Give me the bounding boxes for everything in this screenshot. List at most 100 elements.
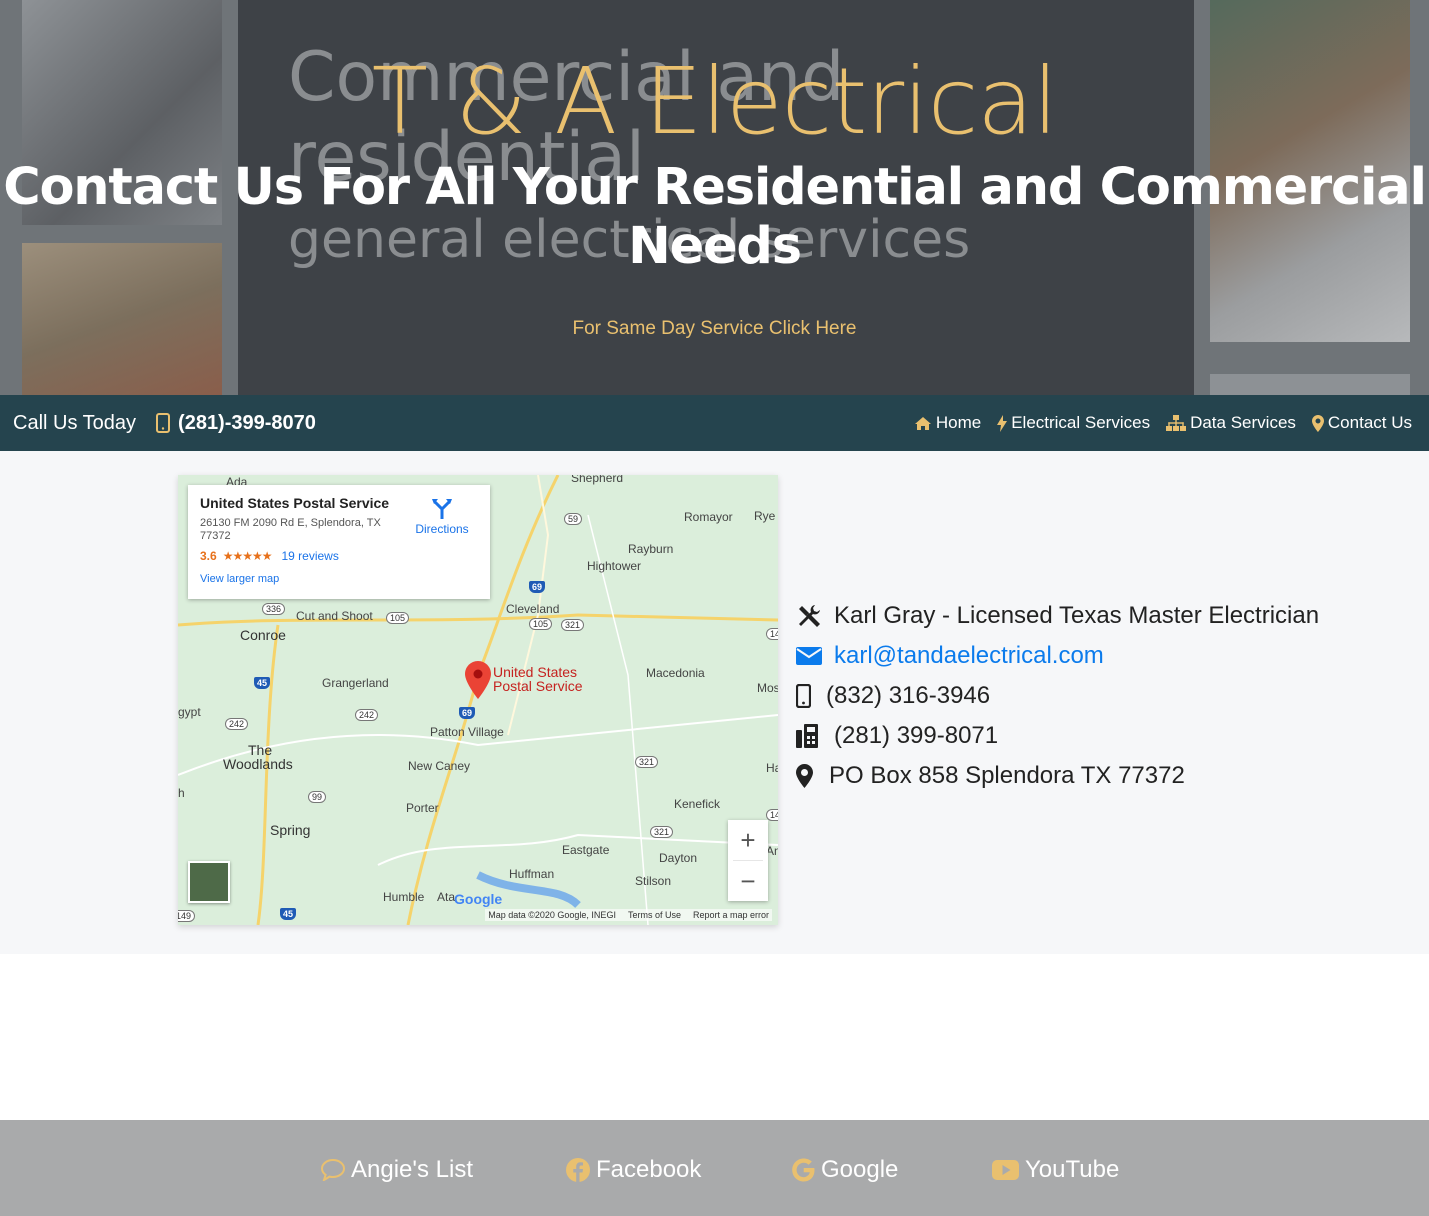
contact-name-row: Karl Gray - Licensed Texas Master Electr…: [796, 596, 1319, 636]
nav-contact-us[interactable]: Contact Us: [1311, 413, 1412, 433]
contact-email-row: karl@tandaelectrical.com: [796, 636, 1319, 676]
contact-mobile-row: (832) 316-3946: [796, 676, 1319, 716]
map-label-ata: Ata: [437, 890, 456, 904]
map-label-ha: Ha: [766, 761, 778, 775]
contact-name: Karl Gray - Licensed Texas Master Electr…: [834, 602, 1320, 629]
contact-email-link[interactable]: karl@tandaelectrical.com: [834, 642, 1104, 670]
contact-fax-row: (281) 399-8071: [796, 716, 1319, 756]
facebook-label: Facebook: [596, 1156, 702, 1183]
reviews-link[interactable]: 19 reviews: [281, 549, 338, 563]
map-label-shepherd: Shepherd: [571, 475, 624, 485]
map-label-kenefick: Kenefick: [674, 797, 721, 811]
map-shield-242a: 242: [225, 718, 249, 730]
place-rating: 3.6 ★★★★★ 19 reviews: [200, 549, 478, 563]
rating-score: 3.6: [200, 549, 217, 563]
call-us-label: Call Us Today: [13, 411, 137, 434]
map-shield-321a: 321: [561, 619, 585, 631]
map-interstate-69a: 69: [529, 581, 546, 593]
map-label-h: h: [178, 786, 185, 800]
angies-list-label: Angie's List: [351, 1156, 473, 1183]
network-icon: [1166, 415, 1187, 431]
map-shield-105b: 105: [529, 618, 553, 630]
call-us-section: Call Us Today (281)-399-8070: [13, 412, 316, 435]
map-label-hightower: Hightower: [587, 559, 642, 573]
map-data-attribution: Map data ©2020 Google, INEGI: [488, 910, 616, 920]
same-day-service-link[interactable]: For Same Day Service Click Here: [0, 318, 1429, 340]
nav-electrical-services[interactable]: Electrical Services: [997, 413, 1150, 433]
site-title: T & A Electrical: [371, 48, 1058, 155]
google-icon: [792, 1158, 815, 1182]
hero-photo-panel: [1210, 374, 1410, 395]
contact-address-row: PO Box 858 Splendora TX 77372: [796, 756, 1319, 796]
envelope-icon: [796, 647, 826, 665]
map-pin-icon[interactable]: [465, 661, 491, 699]
map-shield-99: 99: [308, 791, 327, 803]
youtube-label: YouTube: [1025, 1156, 1120, 1183]
fax-icon: [796, 724, 826, 748]
facebook-link[interactable]: Facebook: [566, 1156, 701, 1184]
pin-label-line-1: United States: [493, 664, 578, 680]
directions-button[interactable]: Directions: [412, 497, 472, 536]
map-label-cut-and-shoot: Cut and Shoot: [296, 609, 373, 623]
hero-banner: Commercial and residential general elect…: [0, 0, 1429, 395]
nav-contact-us-label: Contact Us: [1327, 413, 1412, 432]
rating-stars-icon: ★★★★★: [222, 549, 273, 563]
map-label-the-woodlands-2: Woodlands: [223, 756, 293, 772]
map-label-macedonia: Macedonia: [646, 666, 705, 680]
terms-of-use-link[interactable]: Terms of Use: [628, 910, 681, 920]
location-pin-icon: [796, 764, 821, 788]
map-info-card: United States Postal Service 26130 FM 20…: [188, 485, 490, 599]
contact-details: Karl Gray - Licensed Texas Master Electr…: [796, 596, 1319, 796]
map-interstate-69b: 69: [459, 707, 476, 719]
report-map-error-link[interactable]: Report a map error: [693, 910, 769, 920]
map-shield-321b: 321: [635, 756, 659, 768]
google-logo: Google: [454, 891, 502, 907]
map-shield-336: 336: [262, 603, 286, 615]
map-label-patton-village: Patton Village: [430, 725, 504, 739]
contact-mobile-link[interactable]: (832) 316-3946: [826, 682, 990, 710]
map-label-grangerland: Grangerland: [322, 676, 389, 690]
map-label-spring: Spring: [270, 822, 311, 838]
google-map-embed[interactable]: Shepherd Ada Romayor Rye Rayburn Hightow…: [178, 475, 778, 925]
tools-icon: [796, 603, 826, 629]
map-shield-149: 149: [178, 910, 196, 922]
map-footer: Map data ©2020 Google, INEGI Terms of Us…: [485, 909, 772, 921]
facebook-icon: [566, 1158, 590, 1182]
place-address: 26130 FM 2090 Rd E, Splendora, TX 77372: [200, 517, 381, 542]
bolt-icon: [997, 414, 1008, 432]
angies-list-link[interactable]: Angie's List: [321, 1156, 473, 1184]
youtube-icon: [992, 1160, 1019, 1180]
directions-icon: [432, 499, 452, 519]
map-label-huffman: Huffman: [509, 867, 555, 881]
pin-label: United States Postal Service: [493, 665, 582, 693]
directions-label: Directions: [415, 522, 469, 536]
call-phone-link[interactable]: (281)-399-8070: [178, 412, 316, 435]
zoom-out-button[interactable]: −: [728, 861, 768, 901]
map-label-conroe: Conroe: [240, 627, 286, 643]
map-label-stilson: Stilson: [635, 874, 672, 888]
map-label-eastgate: Eastgate: [562, 843, 610, 857]
map-shield-105a: 105: [386, 612, 410, 624]
nav-links: Home Electrical Services Data Services C…: [914, 413, 1412, 433]
map-label-humble: Humble: [383, 890, 425, 904]
google-logo-text: Google: [454, 891, 503, 907]
map-marker-icon: [1311, 414, 1324, 432]
map-interstate-45a: 45: [254, 677, 271, 689]
pin-label-line-2: Postal Service: [493, 678, 583, 694]
satellite-toggle-button[interactable]: [188, 861, 230, 903]
map-label-romayor: Romayor: [684, 510, 733, 524]
hero-subtitle: Contact Us For All Your Residential and …: [3, 158, 1427, 276]
view-larger-map-link[interactable]: View larger map: [200, 573, 478, 585]
zoom-in-button[interactable]: +: [728, 820, 768, 860]
map-label-cleveland: Cleveland: [506, 602, 560, 616]
map-shield-59: 59: [564, 513, 583, 525]
mobile-phone-icon: [156, 413, 171, 433]
nav-home[interactable]: Home: [914, 413, 981, 433]
contact-section: Shepherd Ada Romayor Rye Rayburn Hightow…: [0, 451, 1429, 954]
nav-data-services[interactable]: Data Services: [1166, 413, 1296, 433]
map-label-rayburn: Rayburn: [628, 542, 674, 556]
map-label-dayton: Dayton: [659, 851, 698, 865]
contact-address: PO Box 858 Splendora TX 77372: [829, 762, 1185, 789]
youtube-link[interactable]: YouTube: [992, 1156, 1119, 1184]
google-link[interactable]: Google: [792, 1156, 898, 1184]
